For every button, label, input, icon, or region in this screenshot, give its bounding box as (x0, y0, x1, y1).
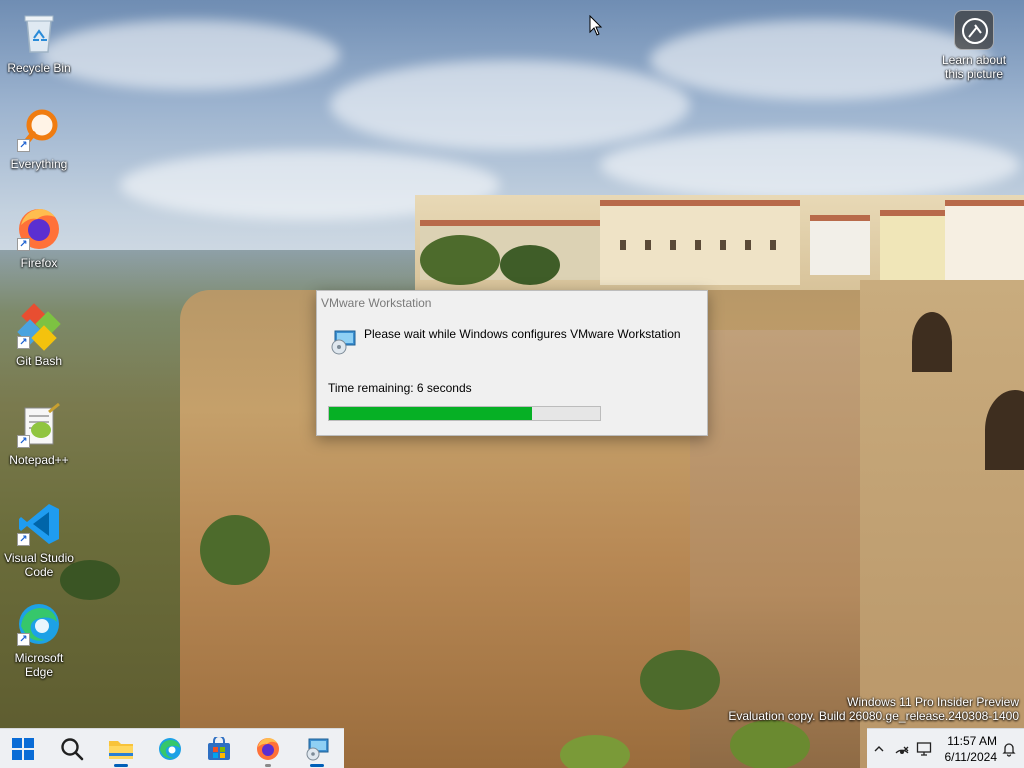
everything-search-icon: ↗ (15, 106, 63, 154)
taskbar-firefox[interactable] (248, 730, 288, 768)
taskbar (0, 728, 344, 768)
time-remaining: Time remaining: 6 seconds (328, 381, 472, 395)
learn-about-line1: Learn about (941, 53, 1007, 67)
desktop-icon-label: Notepad++ (9, 453, 69, 467)
system-tray: 11:57 AM 6/11/2024 (867, 728, 1024, 768)
git-bash-icon: ↗ (15, 303, 63, 351)
desktop-icon-label: Recycle Bin (7, 61, 71, 75)
taskbar-file-explorer[interactable] (101, 730, 141, 768)
desktop-icon-label: Microsoft Edge (14, 651, 64, 679)
taskbar-store[interactable] (199, 730, 239, 768)
taskbar-search-button[interactable] (52, 730, 92, 768)
windows-logo-icon (12, 737, 34, 760)
desktop-icon-git-bash[interactable]: ↗ Git Bash (1, 303, 77, 368)
shortcut-arrow-icon: ↗ (17, 238, 30, 251)
clock-date: 6/11/2024 (944, 750, 998, 764)
installer-icon (329, 329, 357, 355)
vscode-icon: ↗ (15, 500, 63, 548)
desktop-icon-edge[interactable]: ↗ Microsoft Edge (1, 600, 77, 679)
notification-bell-icon[interactable] (1001, 741, 1017, 757)
taskbar-installer[interactable] (297, 730, 337, 768)
chevron-up-icon[interactable] (871, 741, 887, 757)
notepadpp-icon: ↗ (15, 402, 63, 450)
clock[interactable]: 11:57 AM 6/11/2024 (937, 733, 998, 765)
store-icon (208, 736, 230, 760)
progress-bar (328, 406, 601, 421)
watermark-line1: Windows 11 Pro Insider Preview (847, 695, 1019, 709)
dialog-message: Please wait while Windows configures VMw… (364, 327, 681, 341)
progress-bar-fill (329, 407, 533, 420)
vmware-install-dialog: VMware Workstation Please wait while Win… (316, 290, 708, 436)
network-icon[interactable] (894, 741, 910, 757)
shortcut-arrow-icon: ↗ (17, 633, 30, 646)
desktop-icon-label: Firefox (20, 256, 58, 270)
desktop-icon-recycle-bin[interactable]: Recycle Bin (1, 10, 77, 75)
camera-info-icon (954, 10, 994, 50)
clock-time: 11:57 AM (947, 734, 997, 748)
desktop-icon-notepadpp[interactable]: ↗ Notepad++ (1, 402, 77, 467)
desktop-icon-firefox[interactable]: ↗ Firefox (1, 205, 77, 270)
desktop-icon-label: Everything (10, 157, 68, 171)
desktop-icon-label: Visual Studio Code (4, 551, 74, 579)
recycle-bin-icon (15, 10, 63, 58)
learn-about-line2: this picture (944, 67, 1004, 81)
mouse-cursor-icon (589, 14, 603, 37)
edge-icon (159, 737, 181, 760)
shortcut-arrow-icon: ↗ (17, 336, 30, 349)
shortcut-arrow-icon: ↗ (17, 533, 30, 546)
display-icon[interactable] (916, 741, 932, 757)
taskbar-edge[interactable] (150, 730, 190, 768)
watermark-line2: Evaluation copy. Build 26080.ge_release.… (728, 709, 1019, 723)
taskbar-start-button[interactable] (3, 730, 43, 768)
folder-icon (109, 740, 133, 759)
shortcut-arrow-icon: ↗ (17, 435, 30, 448)
installer-icon (306, 738, 329, 760)
desktop-icon-everything[interactable]: ↗ Everything (1, 106, 77, 171)
desktop-icon-label: Git Bash (15, 354, 63, 368)
windows-watermark: Windows 11 Pro Insider Preview Evaluatio… (728, 695, 1019, 723)
search-icon (61, 737, 84, 760)
edge-icon: ↗ (15, 600, 63, 648)
firefox-icon (257, 737, 279, 760)
shortcut-arrow-icon: ↗ (17, 139, 30, 152)
desktop-icon-vscode[interactable]: ↗ Visual Studio Code (1, 500, 77, 579)
firefox-icon: ↗ (15, 205, 63, 253)
learn-about-picture[interactable]: Learn about this picture (936, 10, 1012, 81)
dialog-title: VMware Workstation (321, 296, 432, 310)
